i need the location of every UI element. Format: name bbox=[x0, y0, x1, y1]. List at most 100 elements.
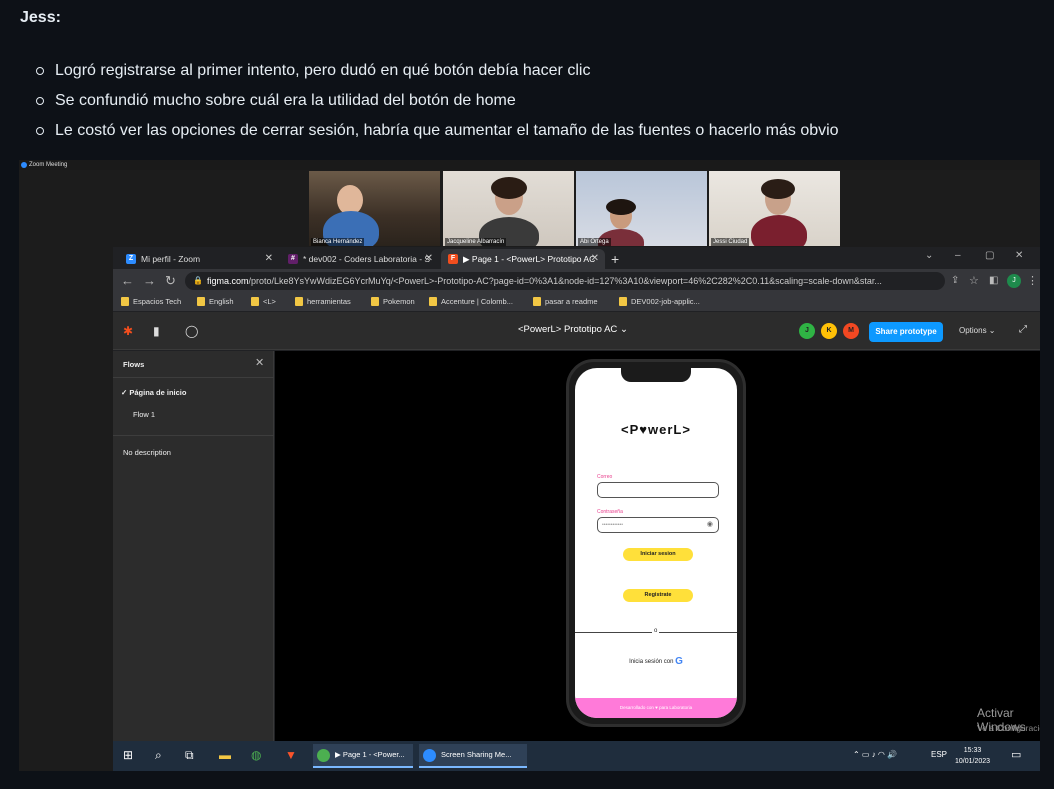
divider bbox=[113, 435, 274, 436]
new-tab-button[interactable]: + bbox=[611, 249, 619, 269]
share-page-icon[interactable]: ⇪ bbox=[951, 275, 959, 286]
password-field[interactable]: •••••••••••• ◉ bbox=[597, 517, 719, 533]
chevron-down-icon: ⌄ bbox=[619, 324, 628, 335]
fullscreen-icon[interactable]: ⤢ bbox=[1019, 324, 1027, 335]
taskbar-app-chrome[interactable]: ▶ Page 1 - <Power... bbox=[313, 744, 413, 768]
tab-zoom-profile[interactable]: Z Mi perfil - Zoom ✕ bbox=[119, 249, 279, 269]
reload-icon[interactable]: ↻ bbox=[165, 273, 176, 289]
side-panel-icon[interactable]: ◧ bbox=[989, 275, 998, 286]
bullet-item: Se confundió mucho sobre cuál era la uti… bbox=[34, 86, 839, 116]
avatar[interactable]: M bbox=[843, 323, 859, 339]
tab-label: ▶ Page 1 - <PowerL> Prototipo AC bbox=[463, 254, 596, 264]
avatar[interactable]: K bbox=[821, 323, 837, 339]
close-window-button[interactable]: ✕ bbox=[1015, 250, 1023, 261]
chrome-window: Z Mi perfil - Zoom ✕ # * dev002 - Coders… bbox=[113, 247, 1040, 771]
file-explorer-icon[interactable]: ▬ bbox=[219, 748, 231, 762]
activate-windows-subtitle: Ve a Configuración para activar Windows. bbox=[977, 723, 1040, 733]
bullet-list: Logró registrarse al primer intento, per… bbox=[34, 56, 839, 146]
profile-avatar[interactable]: J bbox=[1007, 274, 1021, 288]
register-button[interactable]: Registrate bbox=[623, 589, 693, 602]
bookmarks-bar: Espacios Tech English <L> herramientas P… bbox=[113, 293, 1040, 311]
prototype-title-text: <PowerL> Prototipo AC bbox=[518, 324, 618, 335]
menu-kebab-icon[interactable]: ⋮ bbox=[1027, 274, 1038, 287]
participant-body bbox=[751, 215, 807, 246]
task-view-icon[interactable]: ⧉ bbox=[185, 748, 194, 763]
language-indicator[interactable]: ESP bbox=[931, 750, 947, 759]
taskbar-app-label: ▶ Page 1 - <Power... bbox=[335, 750, 405, 759]
prototype-title[interactable]: <PowerL> Prototipo AC ⌄ bbox=[518, 324, 628, 335]
zoom-icon bbox=[21, 162, 27, 168]
prototype-canvas: <P♥werL> Correo Contraseña •••••••••••• … bbox=[275, 351, 1040, 741]
tab-figma-prototype[interactable]: F ▶ Page 1 - <PowerL> Prototipo AC ✕ bbox=[441, 249, 605, 269]
clock[interactable]: 15:33 10/01/2023 bbox=[955, 745, 990, 767]
close-icon[interactable]: ✕ bbox=[265, 249, 273, 269]
taskbar-app-label: Screen Sharing Me... bbox=[441, 750, 512, 759]
url-input[interactable]: 🔒 figma.com/proto/Lke8YsYwWdizEG6YcrMuYq… bbox=[185, 272, 945, 290]
bullet-item: Le costó ver las opciones de cerrar sesi… bbox=[34, 116, 839, 146]
close-icon[interactable]: ✕ bbox=[255, 356, 264, 369]
close-icon[interactable]: ✕ bbox=[425, 249, 433, 269]
tab-slack[interactable]: # * dev002 - Coders Laboratoria - S ✕ bbox=[281, 249, 439, 269]
back-icon[interactable]: ← bbox=[121, 273, 134, 288]
eye-icon[interactable]: ◉ bbox=[707, 518, 713, 532]
figma-toolbar: ✱ ▮ ◯ <PowerL> Prototipo AC ⌄ J K M Shar… bbox=[113, 312, 1040, 350]
google-login-button[interactable]: Inicia sesión con G bbox=[575, 656, 737, 667]
tab-search-icon[interactable]: ⌄ bbox=[925, 250, 933, 261]
zoom-window-title: Zoom Meeting bbox=[29, 162, 68, 168]
notification-icon[interactable]: ▭ bbox=[1011, 748, 1021, 761]
app-logo: <P♥werL> bbox=[621, 422, 691, 437]
zoom-title-bar: Zoom Meeting bbox=[19, 160, 1040, 170]
maximize-button[interactable]: ▢ bbox=[985, 250, 994, 261]
bookmark-item[interactable]: Espacios Tech bbox=[121, 297, 181, 306]
bookmark-star-icon[interactable]: ☆ bbox=[969, 274, 979, 287]
taskbar-app-zoom[interactable]: Screen Sharing Me... bbox=[419, 744, 527, 768]
chrome-icon[interactable]: ◍ bbox=[251, 748, 261, 762]
note-title: Jess: bbox=[20, 9, 61, 26]
sidebar-item-page[interactable]: ✓ Página de inicio bbox=[121, 388, 186, 397]
close-icon[interactable]: ✕ bbox=[591, 249, 599, 269]
options-menu[interactable]: Options ⌄ bbox=[959, 326, 996, 335]
participant-name: Jessi Ciudad bbox=[711, 238, 750, 246]
url-domain: figma.com bbox=[207, 276, 249, 286]
bookmark-item[interactable]: herramientas bbox=[295, 297, 351, 306]
email-field[interactable] bbox=[597, 482, 719, 498]
participant-video[interactable]: Bianca Hernández bbox=[309, 171, 440, 246]
participant-hair bbox=[761, 179, 795, 199]
share-prototype-button[interactable]: Share prototype bbox=[869, 322, 943, 342]
clock-date: 10/01/2023 bbox=[955, 758, 991, 765]
forward-icon[interactable]: → bbox=[143, 273, 156, 288]
tab-label: Mi perfil - Zoom bbox=[141, 254, 201, 264]
search-icon[interactable]: ⌕ bbox=[155, 748, 162, 763]
divider bbox=[113, 377, 274, 378]
app-screen: <P♥werL> Correo Contraseña •••••••••••• … bbox=[575, 368, 737, 718]
bullet-item: Logró registrarse al primer intento, per… bbox=[34, 56, 839, 86]
minimize-button[interactable]: – bbox=[955, 250, 961, 261]
bookmark-item[interactable]: Accenture | Colomb... bbox=[429, 297, 513, 306]
participant-video[interactable]: Jacqueline Albarracín bbox=[443, 171, 574, 246]
panel-toggle-icon[interactable]: ▮ bbox=[153, 324, 160, 338]
figma-logo-icon[interactable]: ✱ bbox=[123, 324, 133, 338]
google-login-label: Inicia sesión con bbox=[629, 659, 674, 666]
app-footer: Desarrollado con ♥ para Laboratoria bbox=[575, 698, 737, 718]
bookmark-item[interactable]: DEV002-job-applic... bbox=[619, 297, 700, 306]
system-tray-icons[interactable]: ⌃ ▭ ♪ ◠ 🔊 bbox=[853, 750, 897, 759]
avatar[interactable]: J bbox=[799, 323, 815, 339]
bookmark-item[interactable]: English bbox=[197, 297, 234, 306]
slack-icon: # bbox=[288, 254, 298, 264]
login-button[interactable]: Iniciar sesion bbox=[623, 548, 693, 561]
participant-name: Bianca Hernández bbox=[311, 238, 365, 246]
participant-video[interactable]: Abi Ortega bbox=[576, 171, 707, 246]
bookmark-item[interactable]: Pokemon bbox=[371, 297, 415, 306]
lock-icon: 🔒 bbox=[193, 276, 203, 285]
windows-start-icon[interactable]: ⊞ bbox=[123, 748, 133, 762]
bookmark-item[interactable]: pasar a readme bbox=[533, 297, 598, 306]
video-strip: Bianca Hernández Jacqueline Albarracín A… bbox=[309, 171, 841, 246]
bookmark-item[interactable]: <L> bbox=[251, 297, 276, 306]
brave-icon[interactable]: ▼ bbox=[285, 748, 297, 762]
participant-video[interactable]: Jessi Ciudad bbox=[709, 171, 840, 246]
comment-icon[interactable]: ◯ bbox=[185, 324, 198, 338]
sidebar-item-flow[interactable]: Flow 1 bbox=[133, 410, 155, 419]
password-value: •••••••••••• bbox=[602, 522, 624, 528]
google-icon: G bbox=[675, 656, 683, 667]
zoom-icon: Z bbox=[126, 254, 136, 264]
